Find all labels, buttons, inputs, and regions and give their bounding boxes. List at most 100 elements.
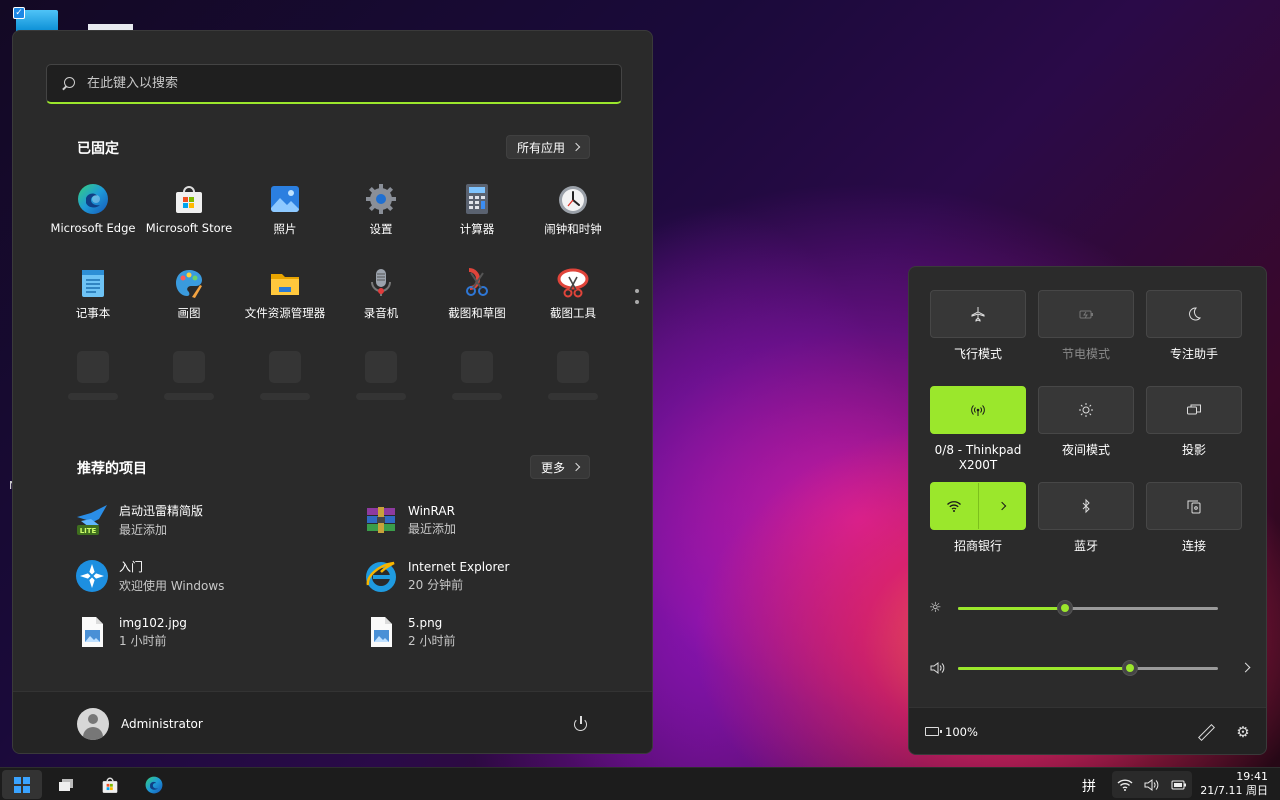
recommended-item-sub: 20 分钟前 xyxy=(408,577,464,592)
brightness-track[interactable] xyxy=(958,600,1218,616)
hotspot-icon xyxy=(970,402,986,418)
pinned-title: 已固定 xyxy=(77,141,119,157)
notepad-icon xyxy=(77,267,109,299)
wifi-toggle[interactable] xyxy=(931,483,978,529)
more-label: 更多 xyxy=(541,460,566,475)
start-menu-footer: Administrator xyxy=(13,691,652,753)
gear-icon[interactable]: ⚙ xyxy=(1235,724,1251,740)
task-view-button[interactable] xyxy=(46,770,86,799)
pinned-app-notepad[interactable]: 记事本 xyxy=(45,263,141,339)
clock-icon xyxy=(557,183,589,215)
wifi-icon xyxy=(946,498,962,514)
edit-pencil-icon[interactable] xyxy=(1197,724,1213,740)
volume-slider-row xyxy=(929,658,1251,678)
svg-text:LITE: LITE xyxy=(80,527,97,535)
recommended-item-name: WinRAR xyxy=(408,503,455,518)
pinned-placeholder-label xyxy=(452,393,502,400)
pinned-app-calculator[interactable]: 计算器 xyxy=(429,179,525,255)
pinned-app-paint[interactable]: 画图 xyxy=(141,263,237,339)
taskbar-edge-button[interactable] xyxy=(134,770,174,799)
bluetooth-icon xyxy=(1078,498,1094,514)
chevron-right-icon xyxy=(997,501,1007,511)
quick-settings-footer: 100% ⚙ xyxy=(909,707,1266,754)
clock-time: 19:41 xyxy=(1236,770,1268,783)
speaker-icon[interactable] xyxy=(929,660,947,676)
thunder-lite-icon: LITE xyxy=(75,503,109,537)
power-icon[interactable] xyxy=(572,715,590,733)
pinned-app-snipping-tool[interactable]: 截图工具 xyxy=(525,263,621,339)
tile-wifi[interactable] xyxy=(930,482,1026,530)
search-box[interactable] xyxy=(46,64,622,104)
image-file-icon xyxy=(364,615,398,649)
pinned-app-store[interactable]: Microsoft Store xyxy=(141,179,237,255)
pinned-app-edge[interactable]: Microsoft Edge xyxy=(45,179,141,255)
app-label: 照片 xyxy=(273,222,297,236)
taskbar-clock[interactable]: 19:41 21/7.11 周日 xyxy=(1196,770,1268,798)
taskbar-store-button[interactable] xyxy=(90,770,130,799)
recommended-item-name: 启动迅雷精简版 xyxy=(119,504,204,518)
recommended-item-sub: 欢迎使用 Windows xyxy=(119,579,225,593)
recommended-item-name: Internet Explorer xyxy=(408,559,510,574)
tile-label: 投影 xyxy=(1181,443,1206,457)
pinned-app-recorder[interactable]: 录音机 xyxy=(333,263,429,339)
recommended-item-name: 入门 xyxy=(119,560,144,574)
recommended-item-name: img102.jpg xyxy=(119,615,187,630)
pinned-placeholder xyxy=(77,351,109,383)
edge-icon xyxy=(77,183,109,215)
snip-sketch-icon xyxy=(461,267,493,299)
user-name[interactable]: Administrator xyxy=(121,717,203,731)
recommended-item-thunder[interactable]: LITE 启动迅雷精简版 最近添加 xyxy=(75,498,335,542)
battery-icon xyxy=(1171,778,1187,792)
pinned-app-photos[interactable]: 照片 xyxy=(237,179,333,255)
winrar-icon xyxy=(364,503,398,537)
recommended-item-img102[interactable]: img102.jpg 1 小时前 xyxy=(75,610,335,654)
tile-focus-assist[interactable] xyxy=(1146,290,1242,338)
recommended-item-5png[interactable]: 5.png 2 小时前 xyxy=(364,610,624,654)
store-icon xyxy=(101,776,119,794)
taskbar: 拼 19:41 21/7.11 周日 xyxy=(0,767,1280,800)
task-view-icon xyxy=(57,777,75,793)
tile-connect[interactable] xyxy=(1146,482,1242,530)
pinned-placeholder xyxy=(173,351,205,383)
pinned-app-settings[interactable]: 设置 xyxy=(333,179,429,255)
tile-bluetooth[interactable] xyxy=(1038,482,1134,530)
pinned-placeholder-label xyxy=(68,393,118,400)
quick-settings-panel: 飞行模式 节电模式 专注助手 0/8 - Thinkpad X200T 夜间模式… xyxy=(908,266,1267,755)
pinned-app-clock[interactable]: 闹钟和时钟 xyxy=(525,179,621,255)
project-icon xyxy=(1186,402,1202,418)
wifi-expand-button[interactable] xyxy=(977,483,1025,529)
chevron-right-icon xyxy=(571,462,581,472)
battery-icon xyxy=(925,727,942,736)
volume-slider-thumb[interactable] xyxy=(1121,660,1138,676)
pinned-app-file-explorer[interactable]: 文件资源管理器 xyxy=(237,263,333,339)
battery-percentage[interactable]: 100% xyxy=(945,725,978,739)
start-button[interactable] xyxy=(2,770,42,799)
tile-project[interactable] xyxy=(1146,386,1242,434)
moon-icon xyxy=(1186,306,1202,322)
volume-track[interactable] xyxy=(958,660,1218,676)
search-icon xyxy=(61,76,75,91)
recommended-item-ie[interactable]: Internet Explorer 20 分钟前 xyxy=(364,554,624,598)
ie-icon xyxy=(364,559,398,593)
system-tray-network-volume-battery[interactable] xyxy=(1112,771,1192,798)
tile-label: 飞行模式 xyxy=(953,347,1002,361)
desktop-icon-checkbox[interactable]: ✓ xyxy=(13,7,25,19)
recommended-item-get-started[interactable]: 入门 欢迎使用 Windows xyxy=(75,554,335,598)
more-button[interactable]: 更多 xyxy=(530,455,591,479)
recommended-item-sub: 1 小时前 xyxy=(119,633,167,648)
tile-airplane-mode[interactable] xyxy=(930,290,1026,338)
audio-output-chevron-icon[interactable] xyxy=(1240,662,1251,673)
pinned-app-snip-sketch[interactable]: 截图和草图 xyxy=(429,263,525,339)
pinned-page-indicator[interactable] xyxy=(635,289,639,311)
ime-indicator[interactable]: 拼 xyxy=(1082,776,1096,796)
search-input[interactable] xyxy=(87,76,587,91)
recommended-item-winrar[interactable]: WinRAR 最近添加 xyxy=(364,498,624,542)
tile-battery-saver xyxy=(1038,290,1134,338)
tile-night-light[interactable] xyxy=(1038,386,1134,434)
all-apps-button[interactable]: 所有应用 xyxy=(506,135,591,159)
tile-mobile-hotspot[interactable] xyxy=(930,386,1026,434)
user-avatar[interactable] xyxy=(77,708,109,740)
brightness-slider-thumb[interactable] xyxy=(1056,600,1073,616)
recommended-title: 推荐的项目 xyxy=(77,461,147,477)
app-label: 计算器 xyxy=(459,222,495,236)
